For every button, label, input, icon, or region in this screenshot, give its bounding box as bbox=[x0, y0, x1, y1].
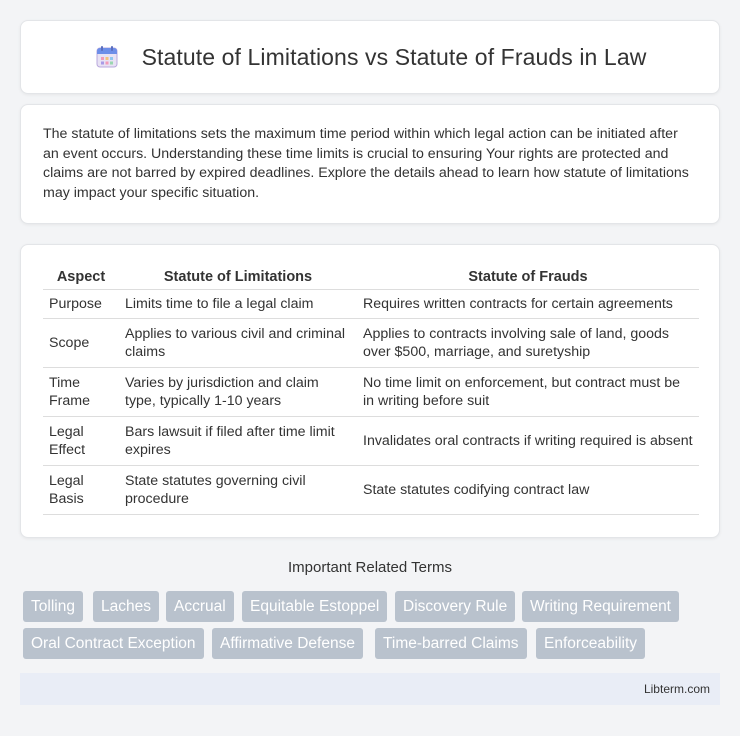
related-terms-title: Important Related Terms bbox=[288, 559, 452, 576]
table-cell: Bars lawsuit if filed after time limit e… bbox=[119, 416, 357, 466]
page-title: Statute of Limitations vs Statute of Fra… bbox=[141, 43, 647, 70]
tag-laches[interactable]: Laches bbox=[93, 591, 159, 622]
tag-discovery-rule[interactable]: Discovery Rule bbox=[395, 591, 516, 622]
header-card: Statute of Limitations vs Statute of Fra… bbox=[20, 20, 720, 94]
tag-time-barred-claims[interactable]: Time-barred Claims bbox=[375, 628, 527, 659]
header-aspect: Aspect bbox=[43, 263, 119, 290]
table-cell: Invalidates oral contracts if writing re… bbox=[357, 416, 699, 466]
tag-affirmative-defense[interactable]: Affirmative Defense bbox=[212, 628, 363, 659]
tag-equitable-estoppel[interactable]: Equitable Estoppel bbox=[242, 591, 388, 622]
table-cell: Varies by jurisdiction and claim type, t… bbox=[119, 367, 357, 417]
table-cell: State statutes governing civil procedure bbox=[119, 465, 357, 515]
intro-card: The statute of limitations sets the maxi… bbox=[20, 104, 720, 224]
intro-text: The statute of limitations sets the maxi… bbox=[43, 126, 689, 201]
header-statute-of-limitations: Statute of Limitations bbox=[119, 263, 357, 290]
table-row: Scope Applies to various civil and crimi… bbox=[43, 318, 699, 368]
tag-enforceability[interactable]: Enforceability bbox=[536, 628, 646, 659]
table-cell: Applies to various civil and criminal cl… bbox=[119, 318, 357, 368]
table-row: Legal Basis State statutes governing civ… bbox=[43, 465, 699, 515]
table-row: Legal Effect Bars lawsuit if filed after… bbox=[43, 416, 699, 466]
tag-tolling[interactable]: Tolling bbox=[23, 591, 83, 622]
footer-site-link[interactable]: Libterm.com bbox=[644, 682, 710, 696]
table-cell: Purpose bbox=[43, 289, 119, 319]
table-cell: Limits time to file a legal claim bbox=[119, 289, 357, 319]
table-cell: Requires written contracts for certain a… bbox=[357, 289, 699, 319]
table-cell: Applies to contracts involving sale of l… bbox=[357, 318, 699, 368]
table-cell: Scope bbox=[43, 318, 119, 368]
calendar-icon bbox=[94, 44, 120, 70]
table-row: Time Frame Varies by jurisdiction and cl… bbox=[43, 367, 699, 417]
header-statute-of-frauds: Statute of Frauds bbox=[357, 263, 699, 290]
table-row: Purpose Limits time to file a legal clai… bbox=[43, 289, 699, 319]
table-cell: Time Frame bbox=[43, 367, 119, 417]
footer: Libterm.com bbox=[20, 673, 720, 705]
table-cell: State statutes codifying contract law bbox=[357, 465, 699, 515]
table-cell: Legal Effect bbox=[43, 416, 119, 466]
tag-accrual[interactable]: Accrual bbox=[166, 591, 234, 622]
table-cell: Legal Basis bbox=[43, 465, 119, 515]
tag-writing-requirement[interactable]: Writing Requirement bbox=[522, 591, 679, 622]
table-cell: No time limit on enforcement, but contra… bbox=[357, 367, 699, 417]
comparison-table: Aspect Statute of Limitations Statute of… bbox=[43, 263, 699, 515]
tag-oral-contract-exception[interactable]: Oral Contract Exception bbox=[23, 628, 204, 659]
comparison-table-card: Aspect Statute of Limitations Statute of… bbox=[20, 244, 720, 538]
table-header-row: Aspect Statute of Limitations Statute of… bbox=[43, 263, 699, 290]
